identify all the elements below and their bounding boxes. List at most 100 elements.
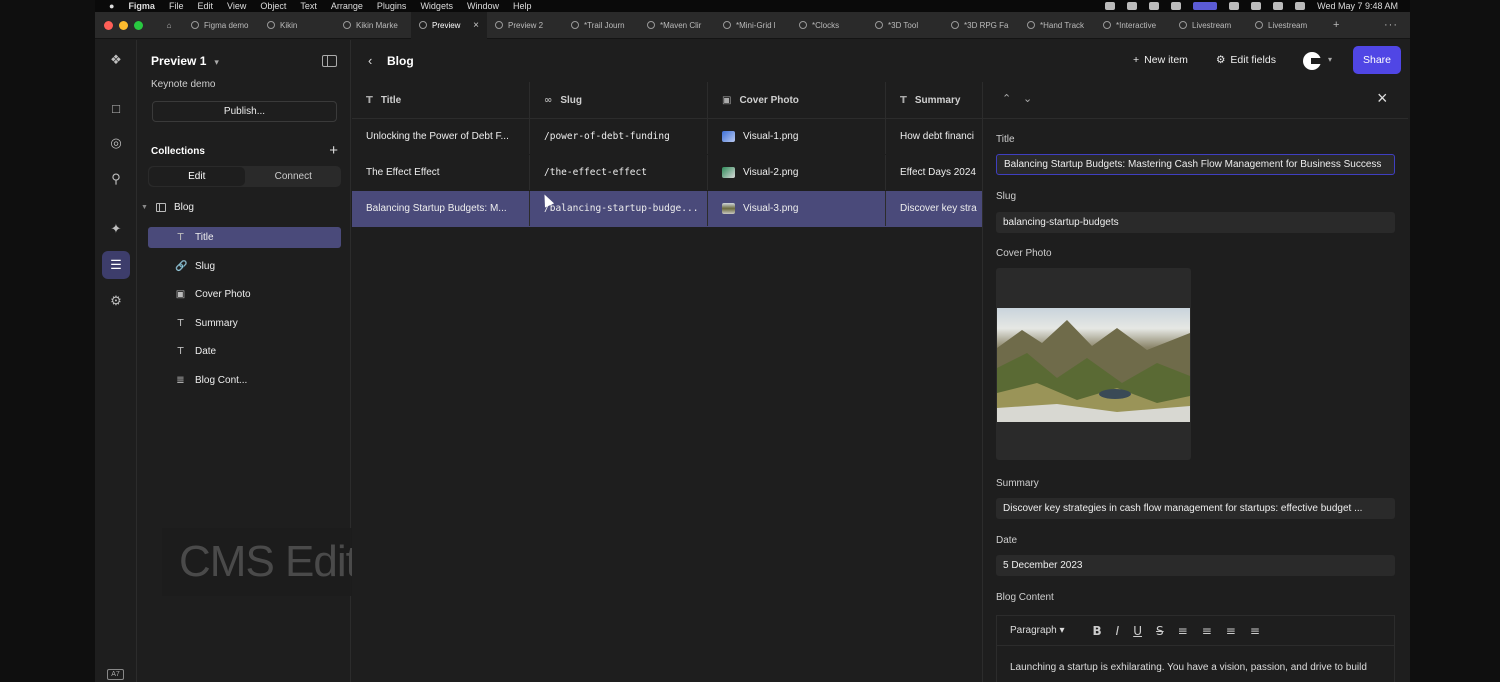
field-summary[interactable]: T Summary bbox=[148, 313, 341, 334]
cell-title[interactable]: Unlocking the Power of Debt F... bbox=[352, 119, 530, 154]
summary-input[interactable]: Discover key strategies in cash flow man… bbox=[996, 498, 1395, 519]
share-button[interactable]: Share bbox=[1353, 46, 1401, 74]
menu-file[interactable]: File bbox=[169, 1, 184, 11]
close-window-icon[interactable] bbox=[104, 20, 113, 30]
align-justify-icon[interactable]: ≡ bbox=[1250, 624, 1260, 638]
tab[interactable]: *Interactive bbox=[1095, 12, 1171, 39]
add-collection-button[interactable]: + bbox=[329, 142, 338, 159]
table-row[interactable]: Unlocking the Power of Debt F... /power-… bbox=[352, 119, 982, 155]
chevron-down-icon[interactable]: ▾ bbox=[1328, 55, 1332, 64]
tab[interactable]: *Trail Journ bbox=[563, 12, 639, 39]
screen-record-icon[interactable] bbox=[1193, 2, 1218, 10]
status-icon[interactable] bbox=[1149, 2, 1160, 10]
italic-icon[interactable]: I bbox=[1116, 624, 1120, 638]
menu-view[interactable]: View bbox=[227, 1, 246, 11]
tab[interactable]: Kikin bbox=[259, 12, 335, 39]
column-header-cover-photo[interactable]: ▣ Cover Photo bbox=[708, 82, 886, 118]
blog-content-editor[interactable]: Launching a startup is exhilarating. You… bbox=[996, 645, 1395, 682]
tab[interactable]: *Clocks bbox=[791, 12, 867, 39]
cell-cover-photo[interactable]: Visual-2.png bbox=[708, 155, 886, 190]
tab[interactable]: *Mini-Grid l bbox=[715, 12, 791, 39]
publish-button[interactable]: Publish... bbox=[152, 101, 337, 122]
toggle-sidebar-icon[interactable] bbox=[322, 55, 337, 67]
tab[interactable]: Kikin Marke bbox=[335, 12, 411, 39]
tab[interactable]: *3D RPG Fa bbox=[943, 12, 1019, 39]
paragraph-style-select[interactable]: Paragraph ▾ bbox=[1010, 625, 1065, 636]
settings-icon[interactable]: ⚙ bbox=[102, 287, 130, 315]
field-blog-content[interactable]: ≣ Blog Cont... bbox=[148, 370, 341, 391]
back-icon[interactable]: ‹ bbox=[368, 53, 372, 68]
menu-help[interactable]: Help bbox=[513, 1, 532, 11]
align-left-icon[interactable]: ≡ bbox=[1178, 624, 1188, 638]
wifi-icon[interactable] bbox=[1251, 2, 1262, 10]
field-slug[interactable]: 🔗 Slug bbox=[148, 256, 341, 277]
chevron-down-icon[interactable]: ▼ bbox=[141, 204, 148, 211]
status-icon[interactable] bbox=[1127, 2, 1138, 10]
close-icon[interactable]: × bbox=[1377, 88, 1388, 109]
cell-summary[interactable]: Discover key stra bbox=[886, 191, 982, 226]
status-icon[interactable] bbox=[1105, 2, 1116, 10]
next-item-icon[interactable]: ⌄ bbox=[1023, 92, 1032, 105]
column-header-slug[interactable]: ∞ Slug bbox=[530, 82, 708, 118]
apple-icon[interactable]: ● bbox=[109, 1, 114, 11]
column-header-summary[interactable]: T Summary bbox=[886, 82, 982, 118]
cms-icon[interactable]: ☰ bbox=[102, 251, 130, 279]
cell-slug[interactable]: /power-of-debt-funding bbox=[530, 119, 708, 154]
battery-icon[interactable] bbox=[1229, 2, 1240, 10]
underline-icon[interactable]: U bbox=[1133, 624, 1142, 638]
control-center-icon[interactable] bbox=[1295, 2, 1306, 10]
edit-fields-button[interactable]: ⚙ Edit fields bbox=[1216, 54, 1276, 66]
tab-edit[interactable]: Edit bbox=[149, 167, 245, 186]
new-item-button[interactable]: + New item bbox=[1133, 54, 1188, 66]
field-date[interactable]: T Date bbox=[148, 341, 341, 362]
tab[interactable]: Livestream bbox=[1247, 12, 1323, 39]
figma-logo-icon[interactable]: ❖ bbox=[102, 46, 130, 74]
home-tab[interactable]: ⌂ bbox=[155, 12, 183, 39]
cell-cover-photo[interactable]: Visual-3.png bbox=[708, 191, 886, 226]
menu-text[interactable]: Text bbox=[300, 1, 317, 11]
search-icon[interactable] bbox=[1273, 2, 1284, 10]
keyboard-badge[interactable]: A7 bbox=[107, 669, 124, 680]
field-cover-photo[interactable]: ▣ Cover Photo bbox=[148, 284, 341, 305]
zoom-window-icon[interactable] bbox=[134, 20, 143, 30]
tab[interactable]: *Maven Clir bbox=[639, 12, 715, 39]
title-input[interactable]: Balancing Startup Budgets: Mastering Cas… bbox=[996, 154, 1395, 175]
cell-cover-photo[interactable]: Visual-1.png bbox=[708, 119, 886, 154]
collection-blog[interactable]: ▼ Blog bbox=[141, 202, 194, 213]
slug-input[interactable]: balancing-startup-budgets bbox=[996, 212, 1395, 233]
cell-title[interactable]: Balancing Startup Budgets: M... bbox=[352, 191, 530, 226]
menu-figma[interactable]: Figma bbox=[128, 1, 155, 11]
minimize-window-icon[interactable] bbox=[119, 20, 128, 30]
bold-icon[interactable]: B bbox=[1093, 624, 1102, 638]
cell-slug[interactable]: /the-effect-effect bbox=[530, 155, 708, 190]
menu-edit[interactable]: Edit bbox=[197, 1, 213, 11]
date-input[interactable]: 5 December 2023 bbox=[996, 555, 1395, 576]
previous-item-icon[interactable]: ⌃ bbox=[1002, 92, 1011, 105]
menu-plugins[interactable]: Plugins bbox=[377, 1, 407, 11]
tab[interactable]: Figma demo bbox=[183, 12, 259, 39]
align-right-icon[interactable]: ≡ bbox=[1226, 624, 1236, 638]
column-header-title[interactable]: T Title bbox=[352, 82, 530, 118]
avatar[interactable] bbox=[1303, 52, 1321, 70]
field-title[interactable]: T Title bbox=[148, 227, 341, 248]
menu-object[interactable]: Object bbox=[260, 1, 286, 11]
cell-summary[interactable]: Effect Days 2024 bbox=[886, 155, 982, 190]
close-tab-icon[interactable]: × bbox=[473, 20, 479, 31]
tab[interactable]: *Hand Track bbox=[1019, 12, 1095, 39]
tab[interactable]: Livestream bbox=[1171, 12, 1247, 39]
cell-summary[interactable]: How debt financi bbox=[886, 119, 982, 154]
table-row-selected[interactable]: Balancing Startup Budgets: M... /balanci… bbox=[352, 191, 982, 227]
search-icon[interactable]: ⚲ bbox=[102, 165, 130, 193]
components-icon[interactable]: ✦ bbox=[102, 215, 130, 243]
menu-window[interactable]: Window bbox=[467, 1, 499, 11]
tab[interactable]: *3D Tool bbox=[867, 12, 943, 39]
pages-icon[interactable]: □ bbox=[102, 94, 130, 122]
strikethrough-icon[interactable]: S bbox=[1156, 624, 1164, 638]
cell-title[interactable]: The Effect Effect bbox=[352, 155, 530, 190]
tab[interactable]: Preview 2 bbox=[487, 12, 563, 39]
more-tabs-icon[interactable]: ··· bbox=[1384, 19, 1410, 31]
menu-arrange[interactable]: Arrange bbox=[331, 1, 363, 11]
cover-photo-field[interactable] bbox=[996, 268, 1191, 460]
align-center-icon[interactable]: ≡ bbox=[1202, 624, 1212, 638]
cell-slug[interactable]: /balancing-startup-budge... bbox=[530, 191, 708, 226]
